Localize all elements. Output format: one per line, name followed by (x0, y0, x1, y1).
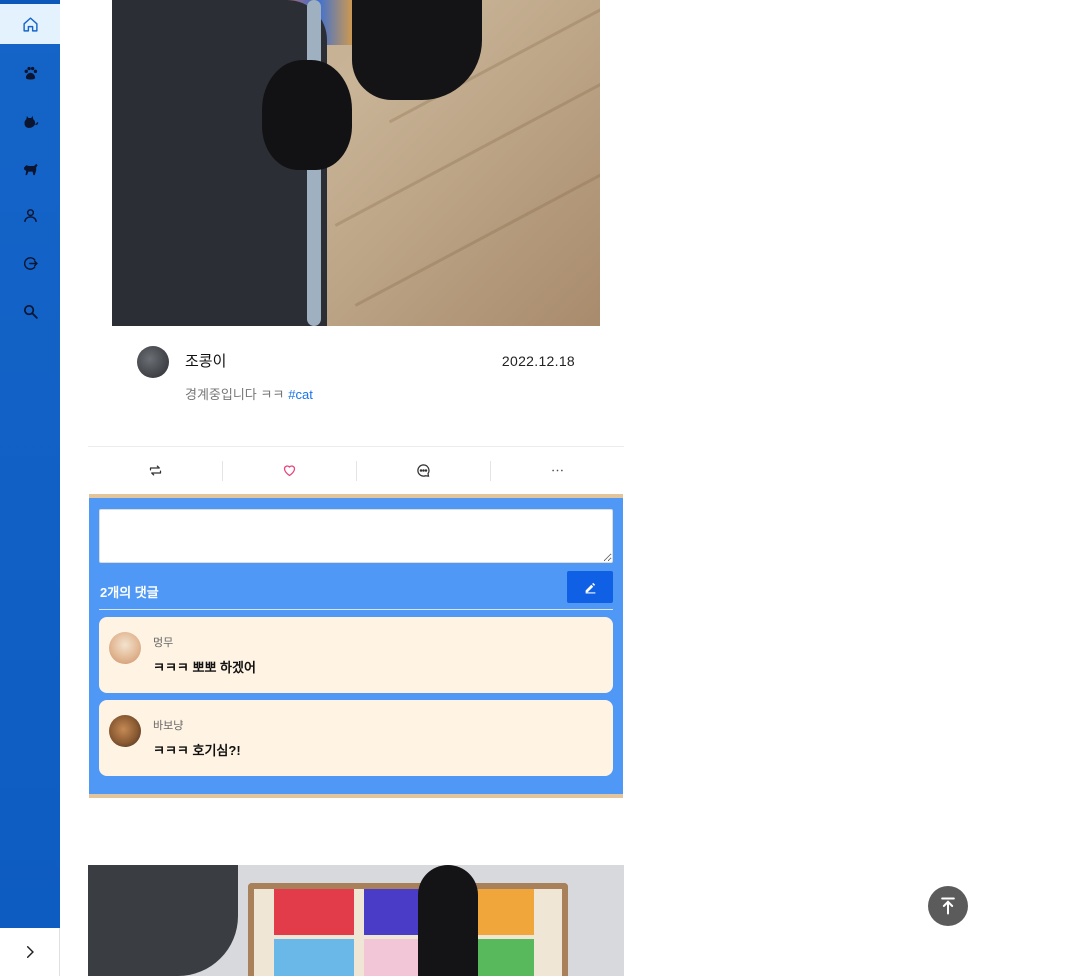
commenter-avatar[interactable] (109, 715, 141, 747)
comment-item: 멍무 ㅋㅋㅋ 뽀뽀 하겠어 (99, 617, 613, 693)
paw-icon (24, 66, 37, 80)
comment-button[interactable] (356, 447, 490, 494)
scroll-to-top-button[interactable] (928, 886, 968, 926)
sidebar-item-cats[interactable] (0, 101, 60, 141)
hashtag-link[interactable]: #cat (288, 387, 313, 402)
caption-text: 경계중입니다 ㅋㅋ (185, 387, 285, 402)
author-avatar[interactable] (137, 346, 169, 378)
sidebar (0, 0, 60, 928)
rug-tile (274, 889, 354, 935)
sidebar-expand-button[interactable] (0, 928, 60, 976)
commenter-avatar[interactable] (109, 632, 141, 664)
cat-standing (352, 0, 482, 100)
comment-text: ㅋㅋㅋ 호기심?! (153, 743, 241, 758)
post-image[interactable] (112, 0, 600, 326)
search-icon (23, 304, 38, 319)
more-button[interactable] (490, 447, 624, 494)
pet-carrier (88, 865, 238, 976)
rug-tile (274, 939, 354, 976)
arrow-up-to-line-icon (941, 897, 955, 915)
logout-icon (23, 256, 38, 270)
sidebar-item-search[interactable] (0, 291, 60, 331)
cat-icon (23, 115, 38, 128)
home-icon (22, 16, 38, 32)
sidebar-item-dogs[interactable] (0, 149, 60, 189)
rug (248, 883, 568, 976)
post-meta: 조콩이 2022.12.18 경계중입니다 ㅋㅋ #cat (137, 346, 577, 416)
next-post-image[interactable] (88, 865, 624, 976)
comments-section: 2개의 댓글 멍무 ㅋㅋㅋ 뽀뽀 하겠어 바보냥 ㅋㅋㅋ 호기심?! (89, 494, 623, 798)
sidebar-item-pets[interactable] (0, 53, 60, 93)
sidebar-item-home[interactable] (0, 4, 60, 44)
more-icon (551, 469, 563, 472)
commenter-name[interactable]: 멍무 (153, 634, 173, 650)
post-date: 2022.12.18 (501, 353, 575, 369)
comment-count: 2개의 댓글 (100, 585, 159, 600)
cat-in-carrier (262, 60, 352, 170)
pencil-icon (585, 582, 595, 593)
chevron-right-icon (26, 946, 34, 958)
dog-icon (23, 163, 38, 175)
comment-text: ㅋㅋㅋ 뽀뽀 하겠어 (153, 660, 256, 675)
post-caption: 경계중입니다 ㅋㅋ #cat (185, 384, 313, 403)
floor-plank (354, 116, 600, 307)
heart-icon (283, 465, 295, 477)
comment-item: 바보냥 ㅋㅋㅋ 호기심?! (99, 700, 613, 776)
post-actions (88, 446, 624, 494)
write-comment-button[interactable] (567, 571, 613, 603)
comment-input[interactable] (99, 509, 613, 563)
sidebar-item-profile[interactable] (0, 195, 60, 235)
user-icon (23, 208, 37, 222)
like-button[interactable] (222, 447, 356, 494)
commenter-name[interactable]: 바보냥 (153, 717, 183, 733)
sidebar-item-logout[interactable] (0, 243, 60, 283)
author-name[interactable]: 조콩이 (185, 350, 226, 371)
comments-divider (99, 609, 613, 610)
repost-button[interactable] (88, 447, 222, 494)
repost-icon (149, 465, 161, 476)
cat-tail (418, 865, 478, 976)
comment-icon (416, 464, 430, 477)
